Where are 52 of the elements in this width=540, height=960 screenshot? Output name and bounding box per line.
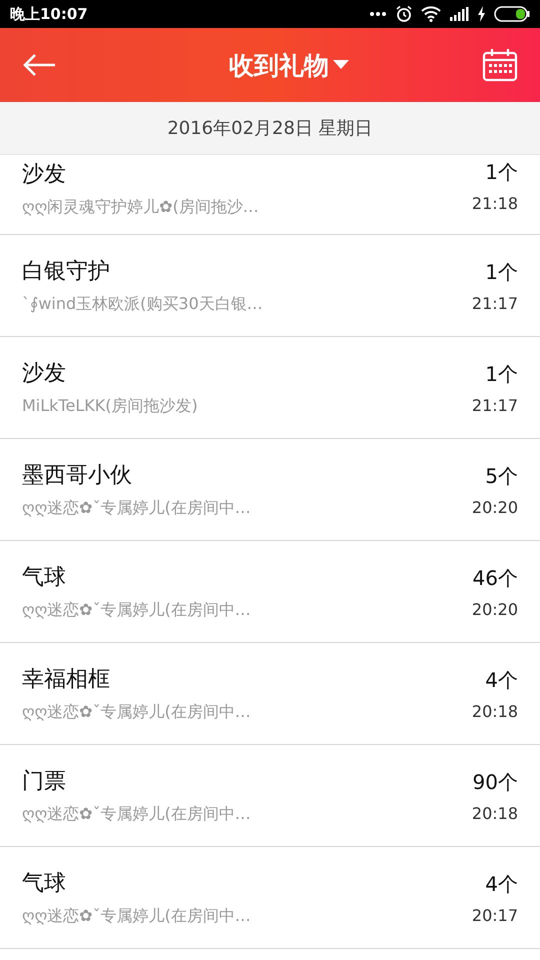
gift-name: 气球 (22, 870, 67, 898)
signal-icon (449, 7, 469, 21)
gift-count: 90个 (472, 768, 518, 796)
gift-time: 20:18 (472, 702, 518, 720)
gift-row[interactable]: 门票 ღღ迷恋✿ˇ专属婷儿(在房间中… 90个 20:18 (0, 745, 540, 847)
sender-text: ღღ迷恋✿ˇ专属婷儿(在房间中… (22, 498, 251, 519)
gift-name: 气球 (22, 564, 67, 592)
sender-text: ღღ迷恋✿ˇ专属婷儿(在房间中… (22, 906, 251, 927)
gift-count: 1个 (485, 159, 518, 186)
sender-text: MiLkTeLKK(房间拖沙发) (22, 396, 198, 417)
gift-count: 5个 (485, 462, 518, 490)
gift-time: 20:18 (472, 804, 518, 822)
sender-text: ღღ迷恋✿ˇ专属婷儿(在房间中… (22, 702, 251, 723)
more-dots-icon (369, 11, 387, 17)
sender-text: ღღ迷恋✿ˇ专属婷儿(在房间中… (22, 600, 251, 621)
gift-row[interactable]: 气球 ღღ迷恋✿ˇ专属婷儿(在房间中… 46个 20:20 (0, 541, 540, 643)
gift-name: 门票 (22, 768, 67, 796)
calendar-icon[interactable] (482, 48, 518, 82)
wifi-icon (421, 6, 441, 22)
alarm-clock-icon (395, 5, 413, 23)
gift-time: 21:18 (472, 194, 518, 213)
gift-name: 墨西哥小伙 (22, 462, 133, 490)
sender-text: ღღ迷恋✿ˇ专属婷儿(在房间中… (22, 804, 251, 825)
battery-icon (494, 6, 530, 22)
gift-row[interactable]: 墨西哥小伙 ღღ迷恋✿ˇ专属婷儿(在房间中… 5个 20:20 (0, 439, 540, 541)
sender-text: ˋ∮wind玉林欧派(购买30天白银… (22, 294, 263, 315)
gift-row[interactable]: 幸福相框 ღღ迷恋✿ˇ专属婷儿(在房间中… 4个 20:18 (0, 643, 540, 745)
gift-time: 20:20 (472, 498, 518, 516)
gift-row[interactable]: 气球 ღღ迷恋✿ˇ专属婷儿(在房间中… 4个 20:17 (0, 847, 540, 949)
title-dropdown[interactable]: 收到礼物 (229, 48, 349, 82)
gift-time: 20:20 (472, 600, 518, 618)
date-label: 2016年02月28日 星期日 (167, 117, 373, 140)
gift-count: 46个 (472, 564, 518, 592)
status-time: 晚上10:07 (10, 4, 88, 24)
gift-name: 幸福相框 (22, 666, 111, 694)
gift-row[interactable]: 白银守护 ˋ∮wind玉林欧派(购买30天白银… 1个 21:17 (0, 235, 540, 337)
gift-name: 沙发 (22, 360, 67, 388)
gift-name: 白银守护 (22, 258, 111, 286)
gift-count: 1个 (485, 360, 518, 388)
gift-count: 1个 (485, 258, 518, 286)
gift-count: 4个 (485, 666, 518, 694)
gift-row[interactable]: 沙发 ღღ闲灵魂守护婷儿✿(房间拖沙… 1个 21:18 (0, 155, 540, 235)
caret-icon (333, 60, 349, 70)
gift-time: 21:17 (472, 294, 518, 312)
gift-count: 4个 (485, 870, 518, 898)
back-arrow-icon[interactable] (22, 53, 56, 77)
gift-time: 20:17 (472, 906, 518, 924)
gift-time: 21:17 (472, 396, 518, 414)
sender-text: ღღ闲灵魂守护婷儿✿(房间拖沙… (22, 197, 259, 218)
gift-name: 沙发 (22, 161, 67, 189)
gift-row[interactable]: 沙发 MiLkTeLKK(房间拖沙发) 1个 21:17 (0, 337, 540, 439)
charging-bolt-icon (477, 6, 486, 22)
